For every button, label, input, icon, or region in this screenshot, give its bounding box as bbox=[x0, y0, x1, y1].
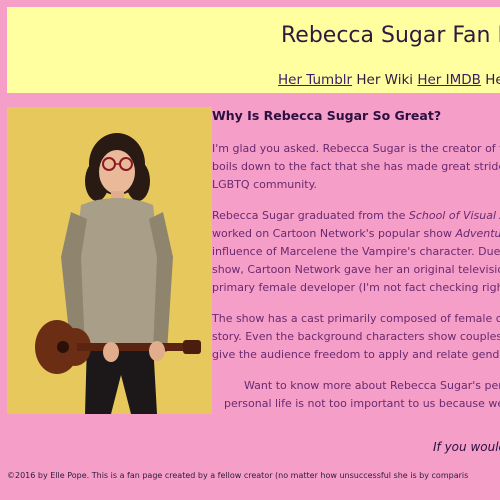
intro-paragraph: I'm glad you asked. Rebecca Sugar is the… bbox=[212, 140, 500, 194]
career-line-4: show, Cartoon Network gave her an origin… bbox=[212, 263, 500, 276]
career-line-2a: worked on Cartoon Network's popular show bbox=[212, 227, 456, 240]
career-line-5: primary female developer (I'm not fact c… bbox=[212, 281, 500, 294]
nav-link-tumblr[interactable]: Her Tumblr bbox=[278, 72, 352, 88]
intro-line-1: I'm glad you asked. Rebecca Sugar is the… bbox=[212, 142, 500, 155]
more-info-paragraph: Want to know more about Rebecca Sugar's … bbox=[212, 377, 500, 413]
intro-line-3: LGBTQ community. bbox=[212, 178, 318, 191]
nav-bar: Her Tumblr Her Wiki Her IMDB He bbox=[278, 72, 500, 88]
intro-line-2: boils down to the fact that she has made… bbox=[212, 160, 500, 173]
cast-line-2: story. Even the background characters sh… bbox=[212, 330, 500, 343]
school-name: School of Visual Ar bbox=[408, 209, 500, 222]
section-heading: Why Is Rebecca Sugar So Great? bbox=[212, 108, 442, 123]
photo-illustration bbox=[7, 107, 212, 414]
site-title: Rebecca Sugar Fan P bbox=[281, 23, 500, 48]
cast-line-3: give the audience freedom to apply and r… bbox=[212, 348, 500, 361]
show-name: Adventure bbox=[455, 227, 500, 240]
nav-item-wiki[interactable]: Her Wiki bbox=[356, 72, 413, 88]
cast-line-1: The show has a cast primarily composed o… bbox=[212, 312, 500, 325]
footer-copyright: ©2016 by Elle Pope. This is a fan page c… bbox=[7, 471, 469, 480]
closing-text: If you would bbox=[433, 440, 500, 454]
main-content: Why Is Rebecca Sugar So Great? I'm glad … bbox=[212, 108, 500, 426]
rebecca-sugar-photo bbox=[7, 107, 212, 414]
career-paragraph: Rebecca Sugar graduated from the School … bbox=[212, 207, 500, 297]
nav-link-imdb[interactable]: Her IMDB bbox=[417, 72, 481, 88]
nav-item-more[interactable]: He bbox=[485, 72, 500, 88]
career-line-3: influence of Marcelene the Vampire's cha… bbox=[212, 245, 500, 258]
page: Rebecca Sugar Fan P Her Tumblr Her Wiki … bbox=[0, 0, 500, 500]
cast-paragraph: The show has a cast primarily composed o… bbox=[212, 310, 500, 364]
more-info-line-1: Want to know more about Rebecca Sugar's … bbox=[244, 379, 500, 392]
career-line-1a: Rebecca Sugar graduated from the bbox=[212, 209, 409, 222]
more-info-line-2: personal life is not too important to us… bbox=[224, 397, 500, 410]
